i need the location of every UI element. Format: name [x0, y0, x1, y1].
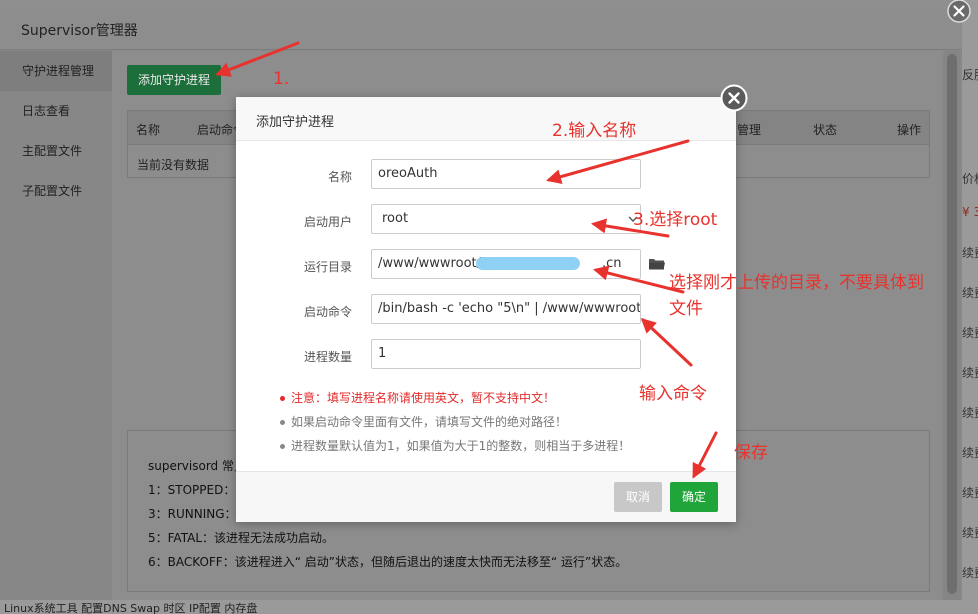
dir-value-suffix: .cn [601, 256, 622, 271]
user-select[interactable]: root [371, 204, 641, 234]
bg-right-item: 续费 [962, 286, 978, 300]
bg-right-item: 价格 [962, 172, 978, 186]
bullet-icon [280, 420, 285, 425]
bullet-icon [280, 444, 285, 449]
name-input[interactable]: oreoAuth [371, 159, 641, 189]
note-text: 进程数量默认值为1，如果值为大于1的整数，则相当于多进程！ [291, 439, 631, 453]
info-line: 3：RUNNING： [148, 507, 237, 521]
bg-right-item: 续费 [962, 526, 978, 540]
dialog-title: 添加守护进程 [256, 115, 335, 130]
note-text: 如果启动命令里面有文件，请填写文件的绝对路径！ [291, 415, 568, 429]
info-line: 6：BACKOFF：该进程进入“ 启动”状态，但随后退出的速度太快而无法移至“ … [148, 555, 628, 569]
sidebar-item-process[interactable]: 守护进程管理 [0, 51, 112, 91]
dir-value-prefix: /www/wwwroot/a [378, 256, 489, 271]
close-icon[interactable] [945, 0, 973, 24]
annotation-step3: 3.选择root [633, 210, 718, 230]
note-warning: 注意：填写进程名称请使用英文，暂不支持中文！ [280, 389, 555, 406]
bg-right-item: 续费 [962, 446, 978, 460]
annotation-step2: 2.输入名称 [552, 121, 637, 141]
info-line: 5：FATAL：该进程无法成功启动。 [148, 531, 335, 545]
supervisor-header: Supervisor管理器 [0, 8, 962, 50]
sidebar-item-logs[interactable]: 日志查看 [0, 91, 112, 131]
column-name: 名称 [136, 123, 161, 137]
dir-label: 运行目录 [303, 260, 352, 274]
annotation-step1: 1. [273, 69, 290, 89]
bg-right-item: 续费 [962, 486, 978, 500]
info-line: 1：STOPPED：该 [148, 483, 248, 497]
column-status: 状态 [813, 123, 838, 137]
dialog-header: 添加守护进程 [236, 97, 736, 141]
background-right-panel [962, 0, 978, 614]
bg-right-item: 续费 [962, 246, 978, 260]
sidebar-item-main-config[interactable]: 主配置文件 [0, 131, 112, 171]
user-select-value: root [382, 211, 409, 226]
close-icon[interactable] [720, 84, 748, 112]
bg-right-item: 续费 [962, 326, 978, 340]
confirm-button[interactable]: 确定 [670, 482, 718, 512]
command-label: 启动命令 [303, 305, 352, 319]
note-item: 如果启动命令里面有文件，请填写文件的绝对路径！ [280, 413, 567, 430]
annotation-step5: 输入命令 [639, 384, 707, 404]
folder-icon[interactable] [648, 257, 666, 271]
column-manage: 管理 [737, 123, 762, 137]
info-line: supervisord 常见 [148, 459, 246, 473]
annotation-step6: 保存 [734, 443, 768, 463]
supervisor-sidebar: 守护进程管理 日志查看 主配置文件 子配置文件 [0, 51, 112, 600]
name-label: 名称 [327, 170, 352, 184]
empty-state: 当前没有数据 [137, 158, 210, 172]
cancel-button[interactable]: 取消 [614, 482, 662, 512]
bg-right-item: 续费 [962, 406, 978, 420]
note-text: 注意：填写进程名称请使用英文，暂不支持中文！ [291, 391, 556, 405]
count-label: 进程数量 [303, 350, 352, 364]
scrollbar-thumb[interactable] [947, 54, 957, 594]
supervisor-title: Supervisor管理器 [21, 23, 138, 39]
add-daemon-dialog: 添加守护进程 名称 oreoAuth 启动用户 root 运行目录 /www/w… [236, 97, 736, 522]
bg-right-item: ¥ 39 [962, 205, 978, 219]
column-actions: 操作 [897, 123, 922, 137]
bg-right-item: 续费 [962, 566, 978, 580]
user-label: 启动用户 [303, 215, 352, 229]
sidebar-item-sub-config[interactable]: 子配置文件 [0, 171, 112, 211]
bottom-toolbar-text: Linux系统工具 配置DNS Swap 时区 IP配置 内存盘 [4, 602, 258, 614]
annotation-step4: 选择刚才上传的目录，不要具体到 [669, 273, 924, 293]
bullet-icon [280, 396, 285, 401]
bg-right-item: 续费 [962, 366, 978, 380]
bg-right-item: 反服 [962, 68, 978, 82]
command-input[interactable]: /bin/bash -c 'echo "5\n" | /www/wwwroot/… [371, 294, 641, 324]
dialog-footer: 取消 确定 [236, 471, 736, 522]
count-input[interactable]: 1 [371, 339, 641, 369]
annotation-step4b: 文件 [669, 299, 703, 319]
note-item: 进程数量默认值为1，如果值为大于1的整数，则相当于多进程！ [280, 437, 630, 454]
redaction-mask [476, 257, 580, 270]
add-daemon-button[interactable]: 添加守护进程 [127, 65, 221, 95]
